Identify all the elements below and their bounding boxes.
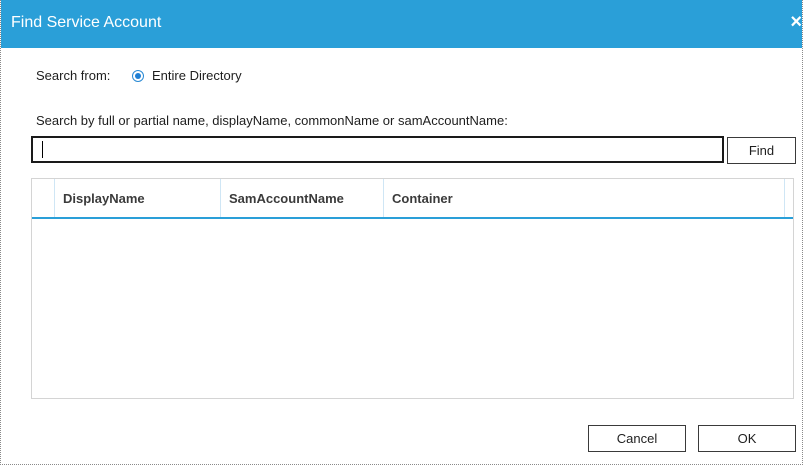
text-caret: [42, 141, 43, 158]
column-separator[interactable]: [383, 179, 384, 217]
column-separator[interactable]: [54, 179, 55, 217]
dialog-title: Find Service Account: [11, 14, 162, 31]
search-from-label: Search from:: [36, 68, 111, 83]
title-bar: Find Service Account ×: [1, 0, 802, 48]
find-button[interactable]: Find: [727, 137, 796, 164]
column-header-samaccountname[interactable]: SamAccountName: [229, 191, 344, 206]
column-separator[interactable]: [784, 179, 785, 217]
column-header-container[interactable]: Container: [392, 191, 453, 206]
entire-directory-label[interactable]: Entire Directory: [152, 68, 242, 83]
column-header-displayname[interactable]: DisplayName: [63, 191, 145, 206]
cancel-button[interactable]: Cancel: [588, 425, 686, 452]
column-separator[interactable]: [220, 179, 221, 217]
close-icon[interactable]: ×: [790, 12, 802, 32]
grid-header: DisplayName SamAccountName Container: [32, 179, 793, 219]
search-input[interactable]: [31, 136, 724, 163]
ok-button[interactable]: OK: [698, 425, 796, 452]
search-instruction-label: Search by full or partial name, displayN…: [36, 113, 508, 128]
results-grid[interactable]: DisplayName SamAccountName Container: [31, 178, 794, 399]
entire-directory-radio[interactable]: [132, 70, 144, 82]
find-service-account-dialog: Find Service Account × Search from: Enti…: [0, 0, 803, 465]
